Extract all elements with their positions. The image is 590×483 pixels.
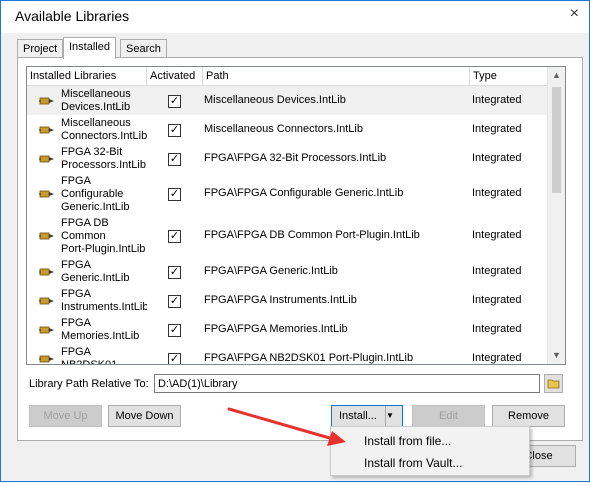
install-button[interactable]: Install... ▼ — [331, 405, 403, 427]
install-button-label: Install... — [339, 410, 377, 422]
table-row[interactable]: FPGA Memories.IntLib ✓ FPGA\FPGA Memories.… — [27, 315, 548, 344]
integrated-library-icon — [39, 355, 54, 363]
library-name: FPGA DB Common Port-Plugin.IntLib — [61, 217, 146, 255]
integrated-library-icon — [39, 97, 54, 105]
table-row[interactable]: FPGA Instruments.IntLib ✓ FPGA\FPGA Instru… — [27, 286, 548, 315]
activated-checkbox[interactable]: ✓ — [168, 153, 181, 166]
tab-installed[interactable]: Installed — [63, 37, 116, 59]
integrated-library-icon — [39, 297, 54, 305]
integrated-library-icon — [39, 190, 54, 198]
activated-checkbox[interactable]: ✓ — [168, 353, 181, 364]
library-type: Integrated — [472, 229, 522, 241]
activated-checkbox[interactable]: ✓ — [168, 324, 181, 337]
scroll-up-icon[interactable]: ▲ — [548, 67, 565, 84]
column-header-path[interactable]: Path — [203, 67, 470, 85]
column-header-type[interactable]: Type — [470, 67, 548, 85]
library-name: Miscellaneous Connectors.IntLib — [61, 117, 147, 142]
scroll-down-icon[interactable]: ▼ — [548, 347, 565, 364]
library-path-field[interactable]: D:\AD(1)\Library — [154, 374, 540, 393]
library-type: Integrated — [472, 187, 522, 199]
install-dropdown-chevron-icon[interactable]: ▼ — [385, 406, 402, 426]
library-name: FPGA Memories.IntLib — [61, 317, 140, 342]
edit-button[interactable]: Edit — [412, 405, 485, 427]
table-row[interactable]: FPGA NB2DSK01 Port-Plugin.IntLib ✓ FPGA\FP… — [27, 344, 548, 365]
library-type: Integrated — [472, 94, 522, 106]
library-name: Miscellaneous Devices.IntLib — [61, 88, 131, 113]
column-header-installed-libraries[interactable]: Installed Libraries — [27, 67, 147, 85]
activated-checkbox[interactable]: ✓ — [168, 124, 181, 137]
activated-checkbox[interactable]: ✓ — [168, 188, 181, 201]
library-name: FPGA 32-Bit Processors.IntLib — [61, 146, 146, 171]
integrated-library-icon — [39, 232, 54, 240]
activated-checkbox[interactable]: ✓ — [168, 95, 181, 108]
tab-search-path[interactable]: Search Path — [120, 39, 167, 73]
library-path-label: Library Path Relative To: — [29, 378, 149, 390]
move-down-button[interactable]: Move Down — [108, 405, 181, 427]
browse-folder-button[interactable] — [544, 374, 563, 393]
library-path: Miscellaneous Devices.IntLib — [204, 94, 346, 106]
library-type: Integrated — [472, 294, 522, 306]
column-header-activated[interactable]: Activated — [147, 67, 203, 85]
move-up-button[interactable]: Move Up — [29, 405, 102, 427]
integrated-library-icon — [39, 126, 54, 134]
install-from-vault-menu-item[interactable]: Install from Vault... — [331, 452, 529, 474]
integrated-library-icon — [39, 268, 54, 276]
integrated-library-icon — [39, 155, 54, 163]
vertical-scrollbar[interactable]: ▲ ▼ — [547, 67, 565, 364]
table-row[interactable]: FPGA Generic.IntLib ✓ FPGA\FPGA Generic.In… — [27, 257, 548, 286]
installed-tab-panel: Installed Libraries Activated Path Type … — [17, 57, 583, 441]
remove-button[interactable]: Remove — [492, 405, 565, 427]
library-type: Integrated — [472, 265, 522, 277]
folder-icon — [547, 379, 560, 389]
tab-project[interactable]: Project — [17, 39, 64, 59]
activated-checkbox[interactable]: ✓ — [168, 266, 181, 279]
install-from-file-menu-item[interactable]: Install from file... — [331, 430, 529, 452]
dialog-title: Available Libraries — [15, 8, 130, 24]
close-window-icon[interactable]: × — [570, 5, 579, 23]
library-path: FPGA\FPGA Memories.IntLib — [204, 323, 348, 335]
library-path: Miscellaneous Connectors.IntLib — [204, 123, 363, 135]
library-path: FPGA\FPGA 32-Bit Processors.IntLib — [204, 152, 387, 164]
library-type: Integrated — [472, 352, 522, 364]
library-path: FPGA\FPGA Instruments.IntLib — [204, 294, 357, 306]
scrollbar-thumb[interactable] — [552, 87, 561, 193]
table-row[interactable]: FPGA 32-Bit Processors.IntLib ✓ FPGA\FPGA … — [27, 144, 548, 173]
table-row[interactable]: FPGA Configurable Generic.IntLib ✓ FPGA\FP… — [27, 173, 548, 215]
library-path: FPGA\FPGA NB2DSK01 Port-Plugin.IntLib — [204, 352, 414, 364]
title-bar: Available Libraries × — [1, 1, 589, 33]
grid-header: Installed Libraries Activated Path Type — [27, 67, 565, 86]
library-type: Integrated — [472, 323, 522, 335]
integrated-library-icon — [39, 326, 54, 334]
table-row[interactable]: FPGA DB Common Port-Plugin.IntLib ✓ FPGA\F… — [27, 215, 548, 257]
activated-checkbox[interactable]: ✓ — [168, 230, 181, 243]
install-menu: Install from file... Install from Vault.… — [330, 426, 530, 476]
table-row[interactable]: Miscellaneous Devices.IntLib ✓ Miscellaneo… — [27, 86, 548, 115]
library-path: FPGA\FPGA Generic.IntLib — [204, 265, 338, 277]
library-path: FPGA\FPGA DB Common Port-Plugin.IntLib — [204, 229, 420, 241]
library-name: FPGA Generic.IntLib — [61, 259, 130, 284]
library-name: FPGA NB2DSK01 Port-Plugin.IntLib — [61, 346, 118, 365]
library-name: FPGA Configurable Generic.IntLib — [61, 175, 130, 213]
available-libraries-dialog: Available Libraries × Project Installed … — [0, 0, 590, 482]
library-type: Integrated — [472, 152, 522, 164]
activated-checkbox[interactable]: ✓ — [168, 295, 181, 308]
libraries-grid[interactable]: Installed Libraries Activated Path Type … — [26, 66, 566, 365]
library-type: Integrated — [472, 123, 522, 135]
table-row[interactable]: Miscellaneous Connectors.IntLib ✓ Miscella… — [27, 115, 548, 144]
library-path: FPGA\FPGA Configurable Generic.IntLib — [204, 187, 404, 199]
library-name: FPGA Instruments.IntLib — [61, 288, 147, 313]
